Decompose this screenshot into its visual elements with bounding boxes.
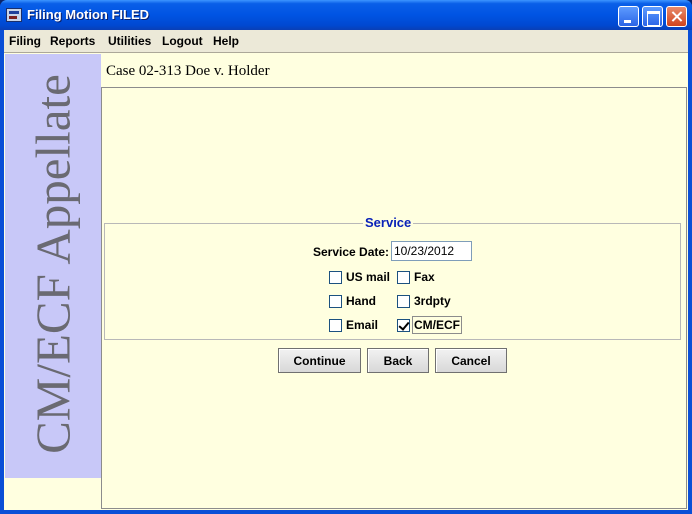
minimize-button[interactable] — [618, 6, 639, 27]
menu-utilities[interactable]: Utilities — [108, 34, 151, 48]
3rdpty-checkbox[interactable] — [397, 295, 410, 308]
email-checkbox[interactable] — [329, 319, 342, 332]
fax-label[interactable]: Fax — [414, 270, 435, 284]
service-group: Service Service Date: US mail Fax Hand 3… — [104, 215, 681, 340]
cmecf-label[interactable]: CM/ECF — [412, 316, 462, 334]
menu-bar: Filing Reports Utilities Logout Help — [4, 30, 688, 53]
continue-button[interactable]: Continue — [278, 348, 361, 373]
application-window: Filing Motion FILED Filing Reports Utili… — [0, 0, 692, 514]
us-mail-label[interactable]: US mail — [346, 270, 390, 284]
service-date-input[interactable] — [391, 241, 472, 261]
menu-reports[interactable]: Reports — [50, 34, 95, 48]
menu-logout[interactable]: Logout — [162, 34, 203, 48]
case-title: Case 02-313 Doe v. Holder — [106, 63, 270, 79]
email-label[interactable]: Email — [346, 318, 378, 332]
cmecf-checkbox[interactable] — [397, 319, 410, 332]
us-mail-checkbox[interactable] — [329, 271, 342, 284]
title-bar[interactable]: Filing Motion FILED — [0, 0, 692, 30]
service-legend: Service — [363, 215, 414, 230]
hand-label[interactable]: Hand — [346, 294, 376, 308]
close-button[interactable] — [666, 6, 687, 27]
client-area: CM/ECF Appellate Case 02-313 Doe v. Hold… — [4, 53, 688, 510]
cancel-button[interactable]: Cancel — [435, 348, 507, 373]
hand-checkbox[interactable] — [329, 295, 342, 308]
3rdpty-label[interactable]: 3rdpty — [414, 294, 451, 308]
banner-text: CM/ECF Appellate — [25, 74, 81, 454]
app-icon[interactable] — [6, 8, 22, 22]
fax-checkbox[interactable] — [397, 271, 410, 284]
side-banner: CM/ECF Appellate — [5, 54, 101, 478]
service-date-label: Service Date: — [313, 245, 390, 259]
menu-help[interactable]: Help — [213, 34, 239, 48]
menu-filing[interactable]: Filing — [9, 34, 41, 48]
maximize-button[interactable] — [642, 6, 663, 27]
back-button[interactable]: Back — [367, 348, 429, 373]
window-title: Filing Motion FILED — [27, 7, 150, 22]
